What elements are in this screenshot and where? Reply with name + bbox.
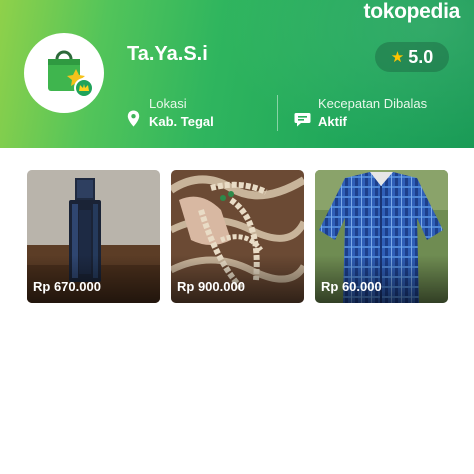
product-card[interactable]: Rp 900.000: [171, 170, 304, 303]
star-icon: ★: [390, 48, 405, 66]
shop-avatar[interactable]: [24, 33, 104, 113]
info-divider: [277, 95, 278, 131]
product-price: Rp 60.000: [321, 279, 382, 294]
tokopedia-logo: tokopedia: [363, 0, 461, 23]
product-price: Rp 900.000: [177, 279, 245, 294]
product-price: Rp 670.000: [33, 279, 101, 294]
product-card[interactable]: Rp 60.000: [315, 170, 448, 303]
location-label: Lokasi: [149, 96, 187, 111]
response-speed-label: Kecepatan Dibalas: [318, 96, 428, 111]
shop-name: Ta.Ya.S.i: [127, 43, 208, 65]
shopping-bag-icon: [48, 50, 94, 98]
response-speed-value: Aktif: [318, 114, 347, 129]
rating-badge: ★ 5.0: [375, 42, 449, 72]
shop-header: tokopedia Ta.Ya.S.i ★ 5.0 Lokasi Kab. Te…: [0, 0, 474, 148]
chat-bubble-icon: [294, 113, 311, 127]
location-value: Kab. Tegal: [149, 114, 214, 129]
product-card[interactable]: Rp 670.000: [27, 170, 160, 303]
location-pin-icon: [127, 110, 140, 127]
rating-value: 5.0: [408, 46, 434, 67]
